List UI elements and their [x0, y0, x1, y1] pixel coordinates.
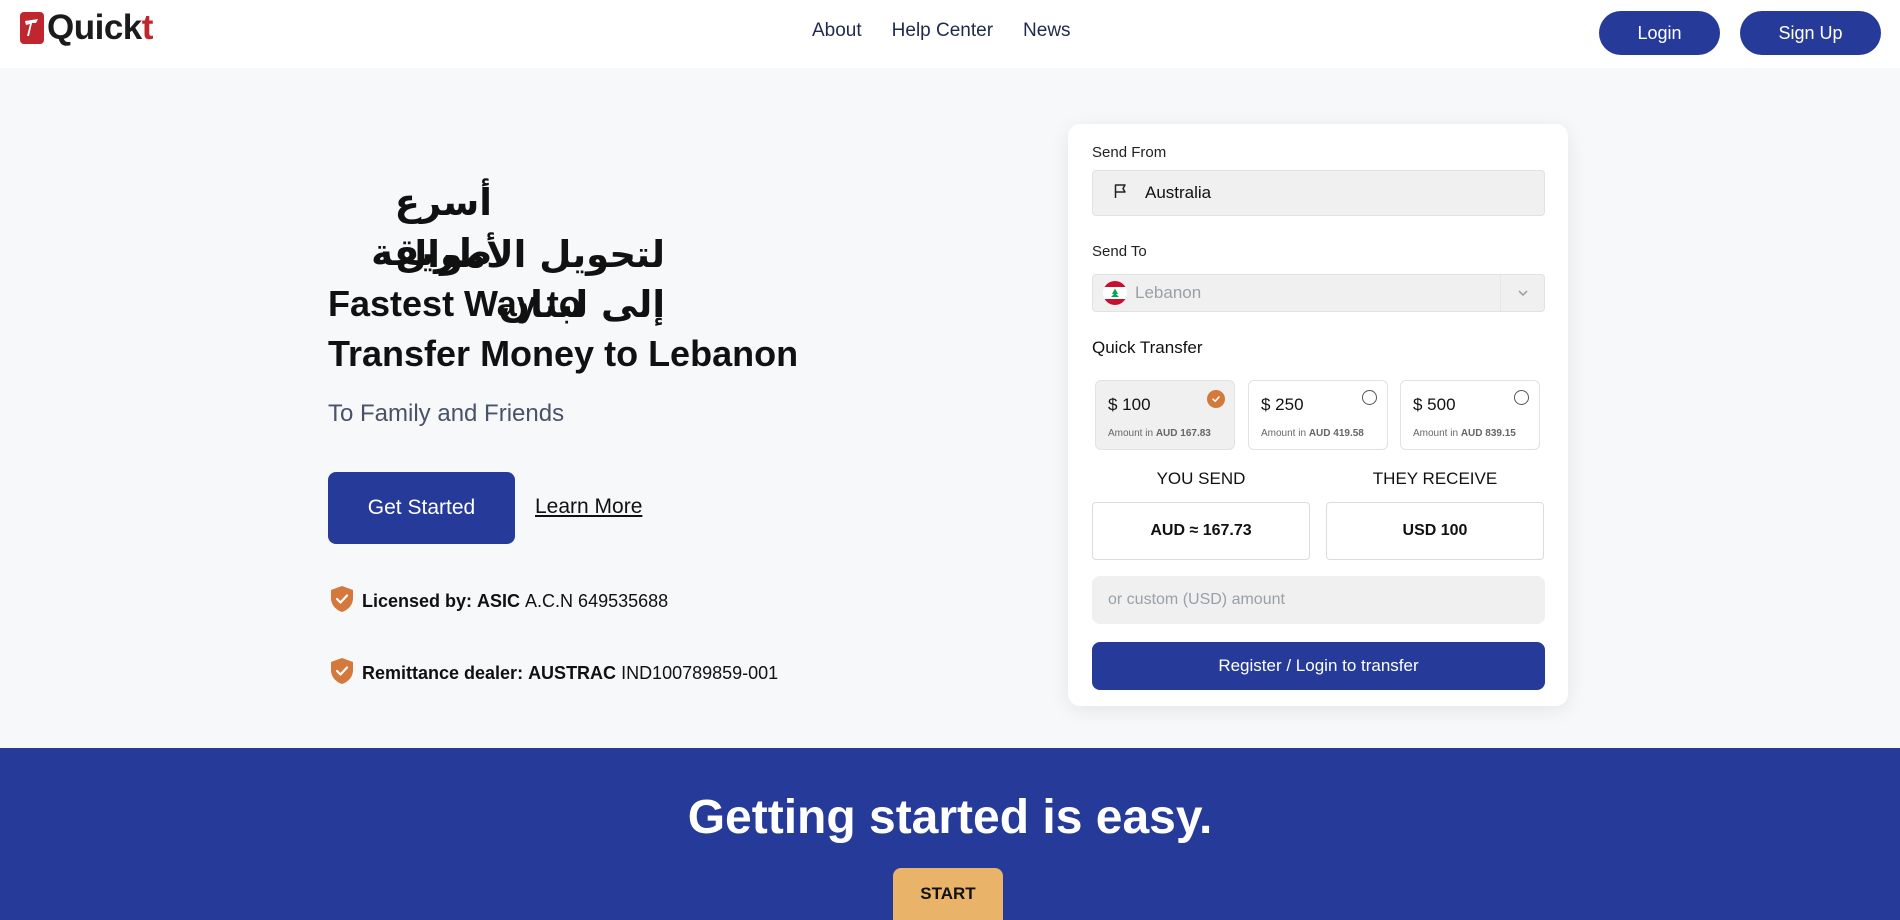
get-started-button[interactable]: Get Started: [328, 472, 515, 544]
option-amount: $ 250: [1261, 395, 1304, 414]
hero-title-line-1: Fastest Way to: [328, 283, 581, 324]
license-number: A.C.N 649535688: [525, 591, 669, 611]
start-button[interactable]: START: [893, 868, 1003, 920]
brand-logo[interactable]: Quickt: [20, 8, 153, 48]
learn-more-link[interactable]: Learn More: [535, 495, 642, 519]
option-amount: $ 100: [1108, 395, 1151, 414]
getting-started-section: Getting started is easy. START: [0, 748, 1900, 920]
option-amount: $ 500: [1413, 395, 1456, 414]
shield-check-icon: [330, 657, 354, 690]
brand-name-main: Quick: [47, 8, 142, 47]
section-title: Getting started is easy.: [687, 791, 1213, 844]
send-from-field[interactable]: Australia: [1092, 170, 1545, 216]
option-aud: Amount in AUD 167.83: [1108, 428, 1211, 439]
main-nav: About Help Center News: [812, 20, 1071, 42]
top-header: Quickt About Help Center News Login Sign…: [0, 0, 1900, 68]
option-aud-value: AUD 419.58: [1308, 428, 1364, 439]
nav-help-center[interactable]: Help Center: [892, 20, 993, 42]
option-aud-prefix: Amount in: [1108, 428, 1156, 439]
send-from-label: Send From: [1092, 144, 1167, 161]
they-receive-label: THEY RECEIVE: [1372, 469, 1498, 488]
license-row-asic: Licensed by: ASIC A.C.N 649535688: [330, 585, 668, 618]
send-from-value: Australia: [1145, 183, 1212, 202]
logo-mark-icon: [20, 12, 44, 44]
check-icon: [1207, 390, 1225, 408]
register-login-transfer-button[interactable]: Register / Login to transfer: [1092, 642, 1545, 690]
license-authority: ASIC: [477, 591, 521, 611]
you-send-amount: AUD ≈ 167.73: [1092, 502, 1310, 560]
hero-subtitle: To Family and Friends: [328, 400, 565, 427]
license-number: IND100789859-001: [621, 663, 779, 683]
radio-button[interactable]: [1514, 390, 1529, 405]
custom-amount-input[interactable]: [1092, 576, 1545, 624]
shield-check-icon: [330, 585, 354, 618]
quick-option-250[interactable]: $ 250 Amount in AUD 419.58: [1248, 380, 1388, 450]
send-to-select[interactable]: Lebanon: [1092, 274, 1545, 312]
brand-name: Quickt: [47, 8, 153, 48]
you-send-label: YOU SEND: [1156, 469, 1246, 488]
send-to-label: Send To: [1092, 243, 1147, 260]
nav-about[interactable]: About: [812, 20, 862, 42]
transfer-card: Send From Australia Send To Lebanon Quic…: [1068, 124, 1568, 706]
quick-option-100[interactable]: $ 100 Amount in AUD 167.83: [1095, 380, 1235, 450]
option-aud-prefix: Amount in: [1261, 428, 1309, 439]
nav-news[interactable]: News: [1023, 20, 1071, 42]
license-label: Licensed by:: [362, 591, 473, 611]
license-row-austrac: Remittance dealer: AUSTRAC IND100789859-…: [330, 657, 778, 690]
brand-name-accent: t: [141, 8, 154, 47]
send-to-value: Lebanon: [1135, 283, 1202, 302]
hero-title-line-2: Transfer Money to Lebanon: [328, 333, 799, 374]
option-aud-value: AUD 839.15: [1460, 428, 1516, 439]
option-aud-prefix: Amount in: [1413, 428, 1461, 439]
they-receive-amount: USD 100: [1326, 502, 1544, 560]
quick-option-500[interactable]: $ 500 Amount in AUD 839.15: [1400, 380, 1540, 450]
flag-icon: [1113, 183, 1129, 204]
option-aud-value: AUD 167.83: [1155, 428, 1211, 439]
chevron-down-icon[interactable]: [1500, 275, 1544, 311]
option-aud: Amount in AUD 419.58: [1261, 428, 1364, 439]
option-aud: Amount in AUD 839.15: [1413, 428, 1516, 439]
signup-button[interactable]: Sign Up: [1740, 11, 1881, 55]
license-label: Remittance dealer:: [362, 663, 524, 683]
license-authority: AUSTRAC: [528, 663, 617, 683]
login-button[interactable]: Login: [1599, 11, 1720, 55]
lebanon-flag-icon: [1103, 281, 1127, 305]
quick-transfer-label: Quick Transfer: [1092, 338, 1203, 357]
radio-button[interactable]: [1362, 390, 1377, 405]
